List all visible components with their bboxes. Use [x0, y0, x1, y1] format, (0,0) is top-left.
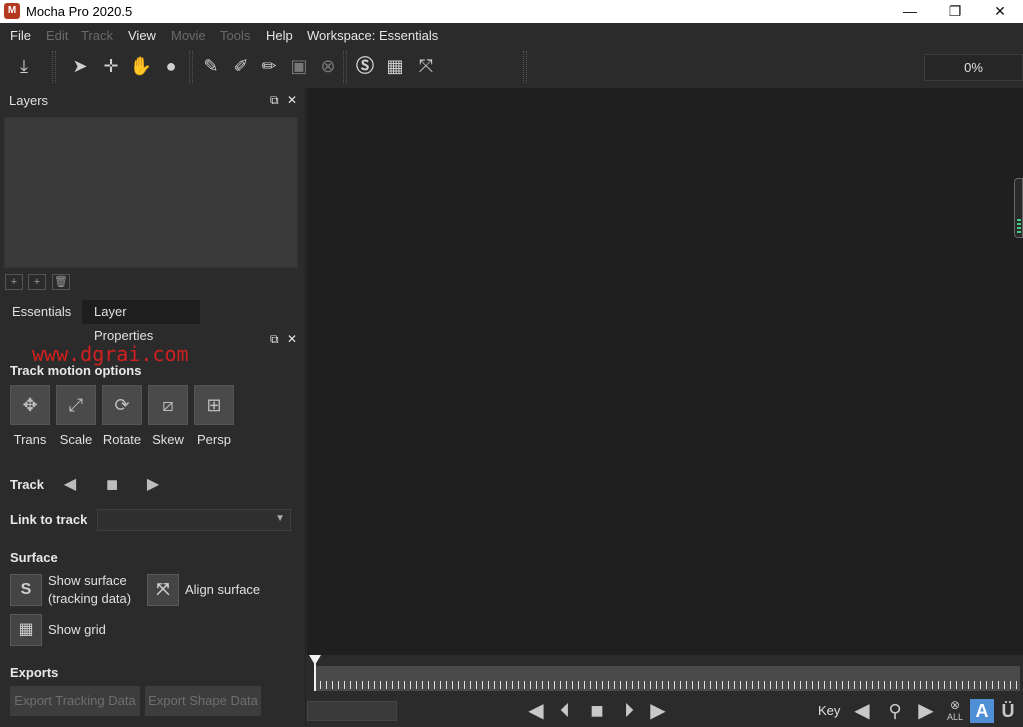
- essentials-float-button[interactable]: ⧉: [270, 332, 279, 347]
- show-surface-button[interactable]: S: [10, 574, 42, 606]
- layers-float-button[interactable]: ⧉: [270, 93, 279, 108]
- layers-panel-title: Layers: [9, 93, 49, 108]
- import-icon[interactable]: ⤓: [11, 53, 37, 79]
- step-forward-icon[interactable]: ⏵: [617, 699, 641, 723]
- layers-close-button[interactable]: ✕: [287, 93, 297, 107]
- grid-icon[interactable]: ▦: [382, 53, 408, 79]
- new-folder-icon[interactable]: +: [5, 274, 23, 290]
- timeline: [307, 655, 1023, 695]
- step-backward-icon[interactable]: ⏴: [553, 699, 577, 723]
- viewer-canvas[interactable]: [307, 88, 1023, 655]
- tab-essentials[interactable]: Essentials: [0, 300, 82, 324]
- x-circle-icon[interactable]: ⊗: [315, 53, 341, 79]
- play-backward-icon[interactable]: ◀: [524, 699, 548, 723]
- show-surface-label: Show surface (tracking data): [48, 572, 131, 608]
- link-to-track-label: Link to track: [10, 512, 88, 527]
- zoom-icon[interactable]: ●: [158, 53, 184, 79]
- menu-view[interactable]: View: [128, 28, 156, 43]
- window-title: Mocha Pro 2020.5: [26, 4, 133, 19]
- chevron-down-icon: ▼: [275, 513, 285, 524]
- handle-grip: [1017, 219, 1021, 233]
- stop-tracking-icon[interactable]: ■: [101, 474, 123, 496]
- key-label: Key: [818, 703, 841, 718]
- toolbar-separator: [343, 51, 347, 83]
- delete-layer-icon[interactable]: 🗑: [52, 274, 70, 290]
- u-toggle-button[interactable]: Ü: [996, 699, 1020, 723]
- x-box-icon[interactable]: ▣: [286, 53, 312, 79]
- export-shape-data-button[interactable]: Export Shape Data: [145, 686, 261, 716]
- delete-all-keys-button[interactable]: ⊗ ALL: [943, 699, 967, 723]
- brush-icon[interactable]: ✏: [256, 53, 282, 79]
- side-panel-handle[interactable]: [1014, 178, 1023, 238]
- all-label: ALL: [946, 712, 963, 722]
- exports-title: Exports: [10, 665, 59, 680]
- frame-number-input[interactable]: [307, 701, 397, 721]
- minimize-button[interactable]: —: [887, 0, 933, 23]
- menu-tools[interactable]: Tools: [220, 28, 250, 43]
- close-window-button[interactable]: ✕: [977, 0, 1023, 23]
- menu-movie[interactable]: Movie: [171, 28, 206, 43]
- playhead-handle[interactable]: [309, 655, 321, 691]
- add-keyframe-icon[interactable]: ⚲: [883, 699, 907, 723]
- app-logo-icon: M: [4, 3, 20, 19]
- title-bar: M Mocha Pro 2020.5 — ❐ ✕: [0, 0, 1023, 23]
- skew-motion-button[interactable]: ⧄: [148, 385, 188, 425]
- bezier-spline-icon[interactable]: ✐: [228, 53, 254, 79]
- layers-list[interactable]: [4, 117, 298, 268]
- track-forward-icon[interactable]: ▶: [142, 474, 164, 496]
- menu-file[interactable]: File: [10, 28, 31, 43]
- menu-help[interactable]: Help: [266, 28, 293, 43]
- show-grid-button[interactable]: ▦: [10, 614, 42, 646]
- align-surface-icon[interactable]: ⤧: [413, 53, 439, 79]
- scale-motion-button[interactable]: ⤢: [56, 385, 96, 425]
- toolbar: ⤓ ➤ ✛ ✋ ● ✎ ✐ ✏ ▣ ⊗ Ⓢ ▦ ⤧ 0%: [0, 47, 1023, 88]
- toolbar-separator: [523, 51, 527, 83]
- stop-playback-icon[interactable]: ■: [585, 699, 609, 723]
- toolbar-separator: [52, 51, 56, 83]
- next-keyframe-icon[interactable]: ▶: [914, 699, 938, 723]
- menu-bar: File Edit Track View Movie Tools Help Wo…: [0, 23, 1023, 47]
- track-label: Track: [10, 477, 44, 492]
- timeline-ruler[interactable]: [314, 666, 1020, 691]
- show-grid-label: Show grid: [48, 622, 106, 637]
- progress-readout: 0%: [924, 54, 1023, 81]
- translate-motion-button[interactable]: ✥: [10, 385, 50, 425]
- maximize-button[interactable]: ❐: [932, 0, 978, 23]
- play-forward-icon[interactable]: ▶: [646, 699, 670, 723]
- select-icon[interactable]: ➤: [67, 53, 93, 79]
- essentials-close-button[interactable]: ✕: [287, 332, 297, 346]
- track-motion-title: Track motion options: [10, 363, 142, 378]
- show-surface-line2: (tracking data): [48, 591, 132, 606]
- x-spline-icon[interactable]: ✎: [198, 53, 224, 79]
- left-panel: Layers ⧉ ✕ + + 🗑 Essentials Layer Proper…: [0, 88, 306, 727]
- surface-title: Surface: [10, 550, 58, 565]
- delete-all-icon: ⊗: [949, 698, 961, 712]
- timeline-ticks: [314, 681, 1020, 689]
- auto-key-button[interactable]: A: [970, 699, 994, 723]
- toolbar-separator: [189, 51, 193, 83]
- pan-hand-icon[interactable]: ✋: [128, 53, 154, 79]
- prev-keyframe-icon[interactable]: ◀: [850, 699, 874, 723]
- playback-bar: ◀ ⏴ ■ ⏵ ▶ Key ◀ ⚲ ▶ ⊗ ALL A Ü: [307, 695, 1023, 727]
- playhead-line: [314, 663, 316, 691]
- rotate-motion-button[interactable]: ⟳: [102, 385, 142, 425]
- align-surface-button[interactable]: ⤧: [147, 574, 179, 606]
- persp-label: Persp: [197, 432, 231, 447]
- tab-layer-properties[interactable]: Layer Properties: [82, 300, 200, 343]
- surface-icon[interactable]: Ⓢ: [352, 53, 378, 79]
- menu-edit[interactable]: Edit: [46, 28, 68, 43]
- perspective-motion-button[interactable]: ⊞: [194, 385, 234, 425]
- new-layer-icon[interactable]: +: [28, 274, 46, 290]
- menu-track[interactable]: Track: [81, 28, 113, 43]
- align-surface-label: Align surface: [185, 582, 261, 597]
- export-tracking-data-button[interactable]: Export Tracking Data: [10, 686, 140, 716]
- show-surface-line1: Show surface: [48, 573, 127, 588]
- track-backward-icon[interactable]: ◀: [59, 474, 81, 496]
- add-point-icon[interactable]: ✛: [98, 53, 124, 79]
- link-to-track-dropdown[interactable]: ▼: [97, 509, 291, 531]
- workspace-label[interactable]: Workspace: Essentials: [307, 28, 438, 43]
